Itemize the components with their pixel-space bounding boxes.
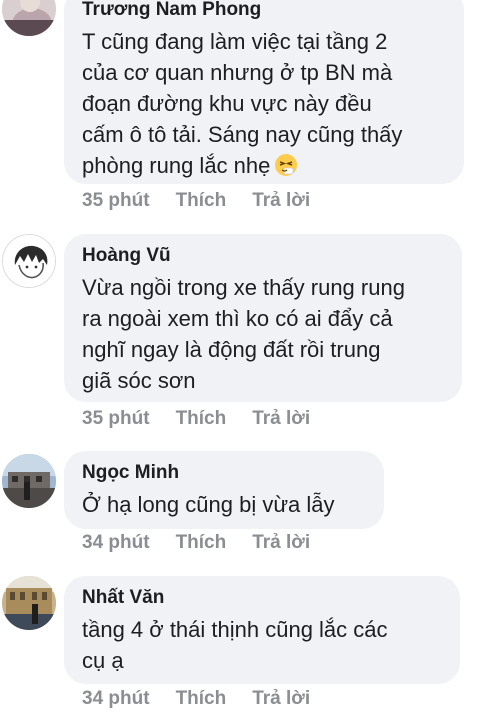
avatar[interactable] [2, 576, 56, 630]
comment-text: T cũng đang làm việc tại tầng 2 của cơ q… [82, 29, 403, 178]
comment-author[interactable]: Nhất Văn [82, 586, 444, 610]
comment-actions: 34 phút Thích Trả lời [82, 532, 336, 554]
like-button[interactable]: Thích [176, 532, 227, 554]
reply-button[interactable]: Trả lời [252, 532, 310, 554]
comment-bubble: Nhất Văn tầng 4 ở thái thịnh cũng lắc cá… [64, 576, 460, 684]
reply-button[interactable]: Trả lời [252, 688, 310, 710]
comment-time[interactable]: 35 phút [82, 408, 150, 430]
comment-item: Trương Nam Phong T cũng đang làm việc tạ… [0, 0, 480, 215]
reply-button[interactable]: Trả lời [252, 408, 310, 430]
comment-actions: 35 phút Thích Trả lời [82, 408, 336, 430]
comment-bubble: Trương Nam Phong T cũng đang làm việc tạ… [64, 0, 464, 184]
comment-item: Ngọc Minh Ở hạ long cũng bị vừa lẫy 34 p… [0, 446, 480, 566]
comment-text: Ở hạ long cũng bị vừa lẫy [82, 492, 335, 517]
comment-text: Vừa ngồi trong xe thấy rung rung ra ngoà… [82, 275, 405, 393]
sneezing-face-emoji-icon [274, 153, 298, 177]
like-button[interactable]: Thích [176, 190, 227, 212]
comment-time[interactable]: 34 phút [82, 688, 150, 710]
like-button[interactable]: Thích [176, 688, 227, 710]
comment-author[interactable]: Trương Nam Phong [82, 0, 448, 22]
avatar[interactable] [2, 0, 56, 36]
avatar[interactable] [2, 234, 56, 288]
comment-bubble: Hoàng Vũ Vừa ngồi trong xe thấy rung run… [64, 234, 462, 402]
comment-time[interactable]: 35 phút [82, 190, 150, 212]
comment-text: tầng 4 ở thái thịnh cũng lắc các cụ ạ [82, 617, 388, 673]
comment-item: Hoàng Vũ Vừa ngồi trong xe thấy rung run… [0, 228, 480, 438]
comment-bubble: Ngọc Minh Ở hạ long cũng bị vừa lẫy [64, 451, 384, 529]
comment-author[interactable]: Hoàng Vũ [82, 244, 446, 268]
comment-author[interactable]: Ngọc Minh [82, 461, 368, 485]
comment-time[interactable]: 34 phút [82, 532, 150, 554]
avatar[interactable] [2, 454, 56, 508]
comment-item: Nhất Văn tầng 4 ở thái thịnh cũng lắc cá… [0, 572, 480, 716]
comment-actions: 35 phút Thích Trả lời [82, 190, 336, 212]
like-button[interactable]: Thích [176, 408, 227, 430]
comment-actions: 34 phút Thích Trả lời [82, 688, 336, 710]
reply-button[interactable]: Trả lời [252, 190, 310, 212]
